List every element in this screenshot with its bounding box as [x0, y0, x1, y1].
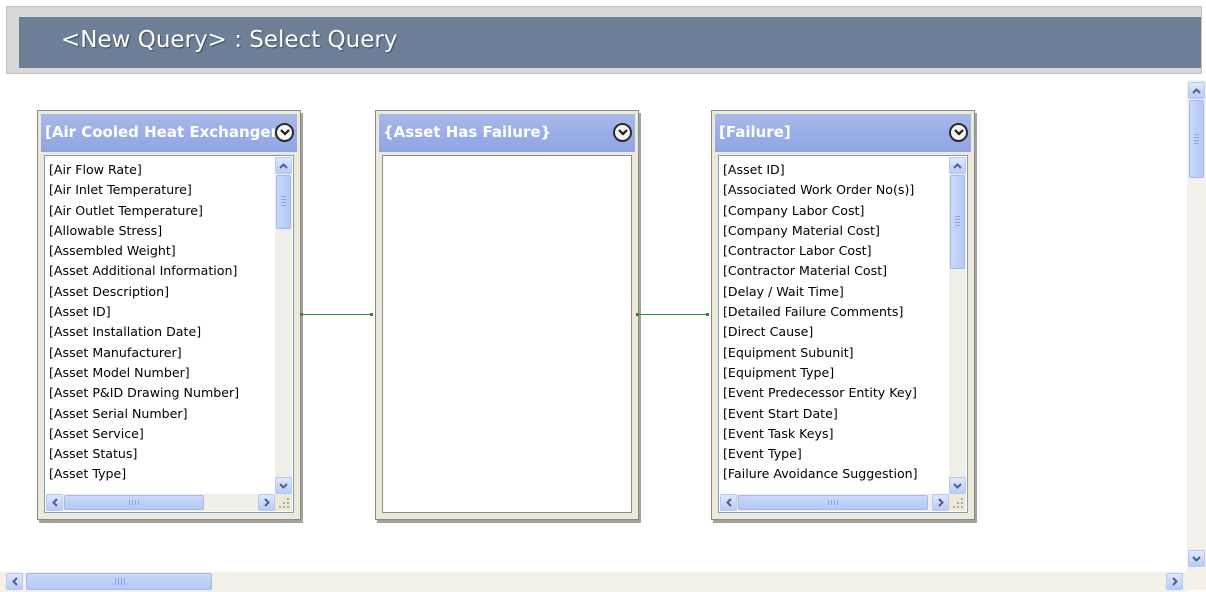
field-items: [Asset ID] [Associated Work Order No(s)][… — [723, 160, 945, 492]
field-item[interactable]: [Event Predecessor Entity Key] — [723, 383, 945, 403]
field-list[interactable]: [Air Flow Rate] [Air Inlet Temperature] [A… — [44, 155, 294, 513]
resize-grip-icon[interactable] — [275, 494, 292, 511]
arrow-up-icon[interactable] — [1188, 82, 1205, 99]
field-item[interactable]: [Asset Type] — [49, 464, 271, 484]
field-item[interactable]: [Asset Additional Information] — [49, 261, 271, 281]
arrow-right-icon[interactable] — [1166, 573, 1183, 590]
join-endpoint — [370, 313, 373, 316]
query-designer-window: <New Query> : Select Query [Air Cooled H… — [0, 0, 1206, 592]
table-box-failure[interactable]: [Failure] [Asset ID] [Associated Work Ord… — [711, 110, 975, 520]
field-item[interactable]: [Air Outlet Temperature] — [49, 201, 271, 221]
page-title: <New Query> : Select Query — [61, 27, 398, 53]
field-item[interactable]: [Failure Avoidance Suggestion] — [723, 464, 945, 484]
field-item[interactable]: [Asset Description] — [49, 282, 271, 302]
field-item[interactable]: [Air Flow Rate] — [49, 160, 271, 180]
chevron-down-circle-icon[interactable] — [275, 123, 294, 142]
field-item[interactable]: [Asset P&ID Drawing Number] — [49, 383, 271, 403]
field-item[interactable]: [Allowable Stress] — [49, 221, 271, 241]
canvas-vertical-scrollbar[interactable] — [1187, 80, 1206, 590]
field-item[interactable]: [Contractor Material Cost] — [723, 261, 945, 281]
field-item[interactable]: [Event Task Keys] — [723, 424, 945, 444]
table-header[interactable]: [Failure] — [715, 114, 971, 152]
chevron-down-circle-icon[interactable] — [613, 123, 632, 142]
field-item[interactable]: [Detailed Failure Comments] — [723, 302, 945, 322]
field-item[interactable]: [Company Labor Cost] — [723, 201, 945, 221]
arrow-left-icon[interactable] — [720, 494, 737, 511]
field-list[interactable]: [Asset ID] [Associated Work Order No(s)][… — [718, 155, 968, 513]
field-item[interactable]: [Asset Model Number] — [49, 363, 271, 383]
field-item[interactable]: [Equipment Subunit] — [723, 343, 945, 363]
vertical-scroll-thumb[interactable] — [950, 175, 965, 269]
arrow-right-icon[interactable] — [258, 494, 275, 511]
canvas-horizontal-scrollbar[interactable] — [0, 572, 1187, 592]
field-items: [Air Flow Rate] [Air Inlet Temperature] [A… — [49, 160, 271, 492]
vertical-scroll-thumb[interactable] — [276, 175, 291, 229]
arrow-down-icon[interactable] — [1188, 550, 1205, 567]
field-item[interactable]: [Event Type] — [723, 444, 945, 464]
field-item[interactable]: [Asset Service] — [49, 424, 271, 444]
field-item[interactable]: [Asset Installation Date] — [49, 322, 271, 342]
query-canvas[interactable]: [Air Cooled Heat Exchanger] [Air Flow Ra… — [6, 80, 1183, 570]
field-item[interactable]: [Company Material Cost] — [723, 221, 945, 241]
field-item[interactable]: [Equipment Type] — [723, 363, 945, 383]
field-list[interactable] — [382, 155, 632, 513]
field-item[interactable]: [Asset Serial Number] — [49, 404, 271, 424]
title-bar: <New Query> : Select Query — [6, 6, 1202, 74]
field-item[interactable]: [Asset Status] — [49, 444, 271, 464]
vertical-scroll-thumb[interactable] — [1189, 100, 1204, 178]
title-band: <New Query> : Select Query — [19, 17, 1201, 68]
field-item[interactable]: [Air Inlet Temperature] — [49, 180, 271, 200]
arrow-left-icon[interactable] — [6, 573, 23, 590]
field-list-vertical-scrollbar[interactable] — [949, 157, 966, 494]
field-item[interactable]: [Asset ID] — [723, 160, 945, 180]
arrow-down-icon[interactable] — [949, 477, 966, 494]
join-endpoint — [636, 313, 639, 316]
table-header[interactable]: {Asset Has Failure} — [379, 114, 635, 152]
arrow-left-icon[interactable] — [46, 494, 63, 511]
field-item[interactable]: [Event Start Date] — [723, 404, 945, 424]
horizontal-scroll-thumb[interactable] — [738, 495, 928, 510]
field-item[interactable]: [Asset Manufacturer] — [49, 343, 271, 363]
field-item[interactable]: [Delay / Wait Time] — [723, 282, 945, 302]
horizontal-scroll-thumb[interactable] — [64, 495, 204, 510]
table-box-air-cooled-heat-exchanger[interactable]: [Air Cooled Heat Exchanger] [Air Flow Ra… — [37, 110, 301, 520]
field-list-horizontal-scrollbar[interactable] — [720, 494, 949, 511]
field-item[interactable]: [Direct Cause] — [723, 322, 945, 342]
join-connector[interactable] — [638, 314, 708, 315]
chevron-down-circle-icon[interactable] — [949, 123, 968, 142]
table-title: [Failure] — [719, 123, 791, 141]
arrow-up-icon[interactable] — [949, 157, 966, 174]
field-item[interactable]: [Asset ID] — [49, 302, 271, 322]
field-list-vertical-scrollbar[interactable] — [275, 157, 292, 494]
arrow-up-icon[interactable] — [275, 157, 292, 174]
arrow-down-icon[interactable] — [275, 477, 292, 494]
field-list-horizontal-scrollbar[interactable] — [46, 494, 275, 511]
join-endpoint — [300, 313, 303, 316]
horizontal-scroll-thumb[interactable] — [26, 573, 212, 590]
arrow-right-icon[interactable] — [932, 494, 949, 511]
field-item[interactable]: [Assembled Weight] — [49, 241, 271, 261]
join-connector[interactable] — [302, 314, 372, 315]
field-item[interactable]: [Contractor Labor Cost] — [723, 241, 945, 261]
table-title: {Asset Has Failure} — [383, 123, 552, 141]
table-title: [Air Cooled Heat Exchanger] — [45, 123, 275, 141]
field-item[interactable]: [Associated Work Order No(s)] — [723, 180, 945, 200]
join-endpoint — [706, 313, 709, 316]
resize-grip-icon[interactable] — [949, 494, 966, 511]
table-box-asset-has-failure[interactable]: {Asset Has Failure} — [375, 110, 639, 520]
table-header[interactable]: [Air Cooled Heat Exchanger] — [41, 114, 297, 152]
